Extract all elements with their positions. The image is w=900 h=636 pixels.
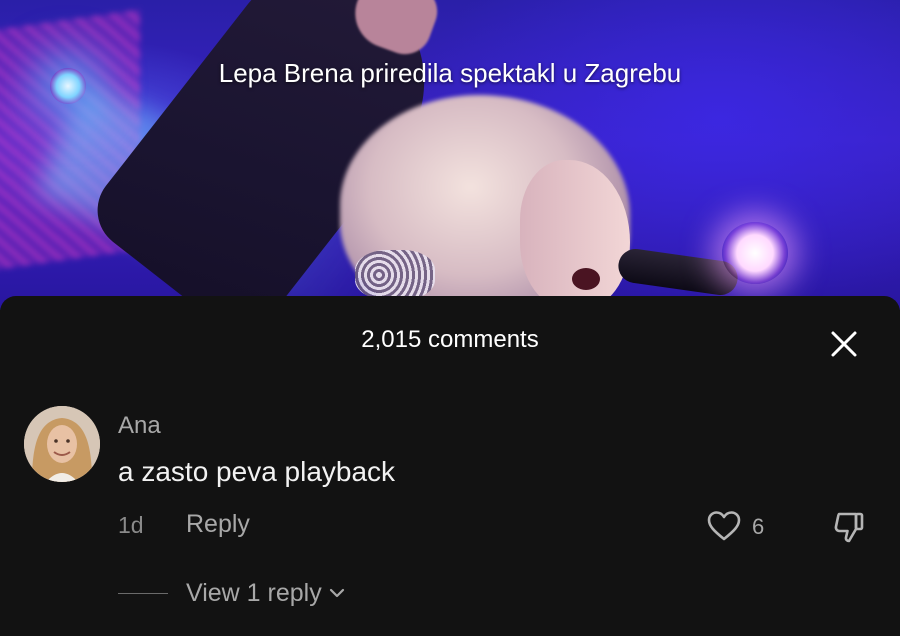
- reply-button[interactable]: Reply: [186, 510, 250, 539]
- like-count: 6: [752, 514, 765, 539]
- avatar[interactable]: [24, 406, 100, 482]
- close-icon: [831, 331, 857, 357]
- user-photo-icon: [24, 406, 100, 482]
- video-caption: Lepa Brena priredila spektakl u Zagrebu: [218, 58, 682, 88]
- comments-header: 2,015 comments: [0, 322, 900, 362]
- singer-mouth: [572, 268, 600, 290]
- comments-sheet: 2,015 comments Ana a zasto peva playback…: [0, 296, 900, 636]
- view-replies-label: View 1 reply: [186, 578, 322, 607]
- close-button[interactable]: [822, 322, 866, 366]
- sequin-shoulder: [355, 250, 435, 300]
- replies-divider: [118, 592, 168, 594]
- comment-time: 1d: [118, 512, 144, 538]
- video-player[interactable]: Lepa Brena priredila spektakl u Zagrebu: [0, 0, 900, 310]
- comment-username[interactable]: Ana: [118, 412, 161, 440]
- dislike-button[interactable]: [828, 506, 870, 548]
- comment-item: Ana a zasto peva playback 1d Reply 6 Vie…: [0, 400, 900, 607]
- view-replies-button[interactable]: View 1 reply: [118, 576, 346, 610]
- heart-outline-icon: [707, 511, 741, 541]
- like-button[interactable]: [704, 506, 744, 546]
- thumbs-down-icon: [834, 512, 864, 543]
- comments-count: 2,015 comments: [361, 326, 539, 353]
- light-flare: [722, 222, 788, 284]
- chevron-down-icon: [328, 587, 346, 599]
- comment-text: a zasto peva playback: [118, 456, 396, 487]
